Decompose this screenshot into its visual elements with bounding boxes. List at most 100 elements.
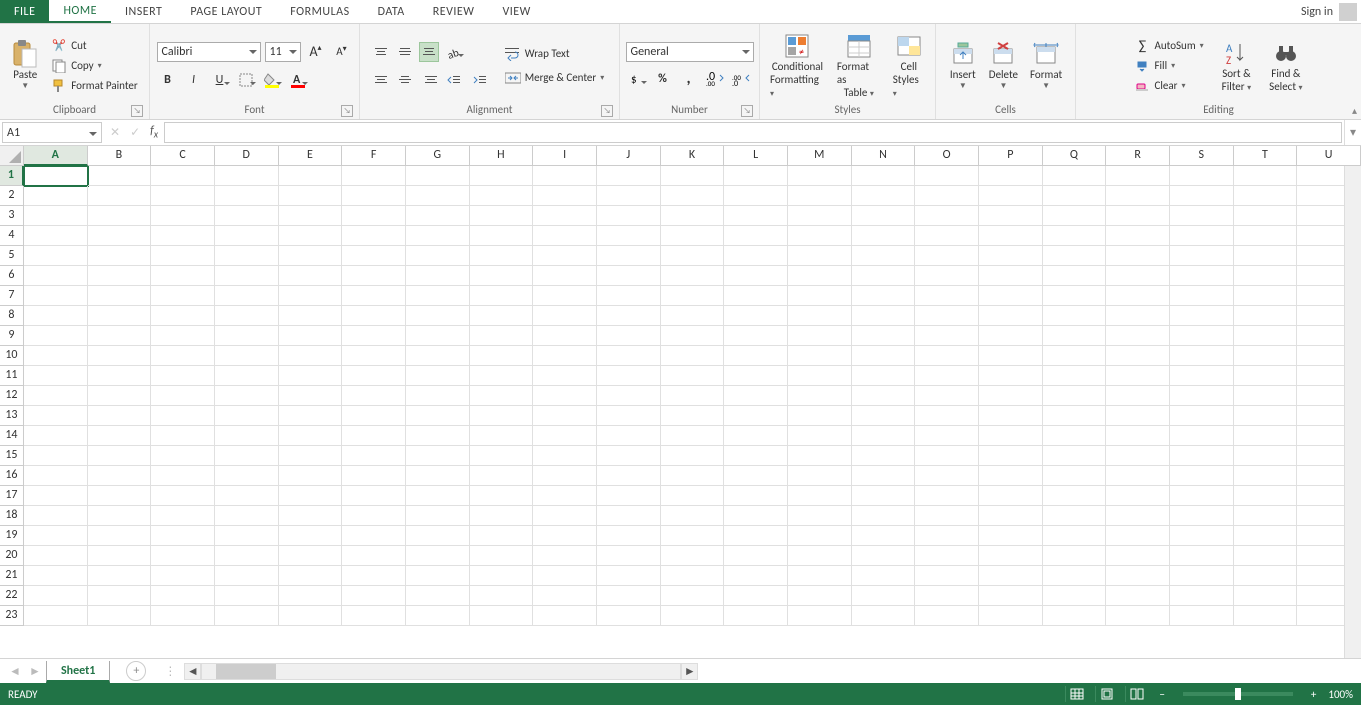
column-header[interactable]: A [24,146,88,166]
cell[interactable] [1234,546,1298,566]
cell[interactable] [342,426,406,446]
formula-input[interactable] [164,122,1342,143]
orientation-button[interactable]: ab [443,41,465,63]
cell[interactable] [88,226,152,246]
cell[interactable] [661,366,725,386]
cell[interactable] [915,206,979,226]
cell[interactable] [1170,166,1234,186]
cell[interactable] [1043,406,1107,426]
cell[interactable] [597,226,661,246]
select-all-button[interactable] [0,146,24,166]
cell[interactable] [1170,446,1234,466]
cell[interactable] [979,586,1043,606]
cell[interactable] [852,606,916,626]
cell[interactable] [788,466,852,486]
cell[interactable] [915,406,979,426]
cell[interactable] [1106,466,1170,486]
cell[interactable] [915,326,979,346]
tab-insert[interactable]: INSERT [111,0,176,23]
cell[interactable] [661,286,725,306]
cell[interactable] [788,306,852,326]
format-as-table-button[interactable]: Format as Table ▾ [833,32,885,99]
column-header[interactable]: G [406,146,470,166]
cell[interactable] [24,206,88,226]
copy-button[interactable]: Copy▾ [47,57,141,75]
format-cells-button[interactable]: Format▼ [1026,40,1066,91]
cell[interactable] [24,186,88,206]
tab-data[interactable]: DATA [364,0,419,23]
cell[interactable] [724,606,788,626]
cell[interactable] [342,326,406,346]
cell[interactable] [979,486,1043,506]
cell[interactable] [724,286,788,306]
cell[interactable] [88,166,152,186]
cell[interactable] [342,286,406,306]
cell[interactable] [1043,546,1107,566]
cell[interactable] [597,486,661,506]
cell[interactable] [915,366,979,386]
cell[interactable] [151,426,215,446]
cell[interactable] [852,446,916,466]
cell[interactable] [979,346,1043,366]
zoom-level[interactable]: 100% [1328,688,1353,701]
cell[interactable] [279,166,343,186]
cell[interactable] [24,326,88,346]
cell[interactable] [915,446,979,466]
cell[interactable] [406,346,470,366]
wrap-text-button[interactable]: Wrap Text [501,45,609,63]
cell[interactable] [661,526,725,546]
column-header[interactable]: T [1234,146,1298,166]
cell[interactable] [24,606,88,626]
cell[interactable] [979,546,1043,566]
view-normal-button[interactable] [1065,686,1087,702]
cell[interactable] [1106,586,1170,606]
cell[interactable] [1106,166,1170,186]
cell[interactable] [1106,246,1170,266]
tab-home[interactable]: HOME [49,0,111,23]
tab-formulas[interactable]: FORMULAS [276,0,363,23]
row-header[interactable]: 8 [0,306,24,326]
underline-button[interactable]: U [209,69,231,91]
cell[interactable] [24,526,88,546]
cell[interactable] [24,406,88,426]
cell[interactable] [597,206,661,226]
cell[interactable] [597,606,661,626]
view-page-break-button[interactable] [1125,686,1147,702]
cell[interactable] [151,266,215,286]
cell[interactable] [979,386,1043,406]
cell[interactable] [279,346,343,366]
row-header[interactable]: 15 [0,446,24,466]
cell[interactable] [1106,406,1170,426]
cell[interactable] [1170,206,1234,226]
cell[interactable] [215,386,279,406]
cell[interactable] [1234,226,1298,246]
cell[interactable] [215,366,279,386]
cell[interactable] [151,526,215,546]
cell[interactable] [724,326,788,346]
column-header[interactable]: U [1297,146,1361,166]
cell[interactable] [342,406,406,426]
cell[interactable] [1106,226,1170,246]
font-size-select[interactable]: 11 [265,42,301,62]
cell[interactable] [24,346,88,366]
cell[interactable] [215,266,279,286]
cell[interactable] [979,406,1043,426]
number-format-select[interactable]: General [626,42,754,62]
cell[interactable] [1170,286,1234,306]
row-header[interactable]: 4 [0,226,24,246]
cell[interactable] [470,526,534,546]
cell[interactable] [597,306,661,326]
cell[interactable] [533,506,597,526]
cell[interactable] [597,466,661,486]
cell[interactable] [915,466,979,486]
cell[interactable] [215,566,279,586]
cell[interactable] [1043,366,1107,386]
cell[interactable] [151,346,215,366]
cell[interactable] [661,546,725,566]
cell[interactable] [661,186,725,206]
cell[interactable] [724,446,788,466]
cell[interactable] [215,606,279,626]
cell[interactable] [1234,266,1298,286]
cell[interactable] [915,186,979,206]
cell[interactable] [1043,586,1107,606]
